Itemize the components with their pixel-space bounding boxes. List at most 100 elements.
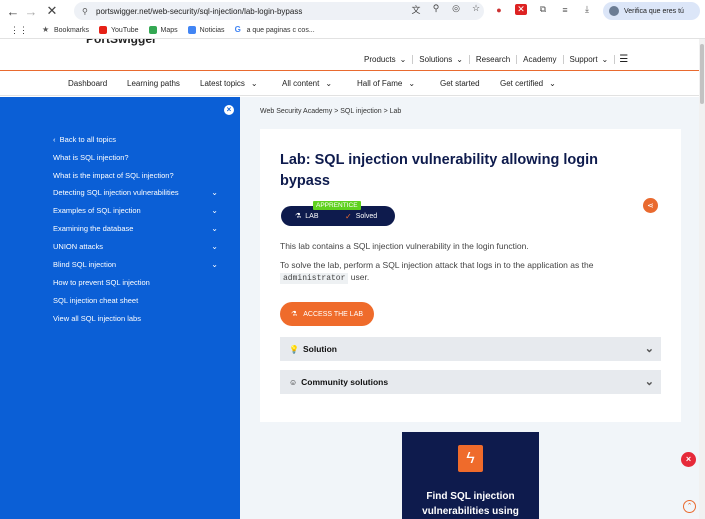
star-icon: ★ xyxy=(42,25,50,34)
sidebar-item-blind[interactable]: Blind SQL injection ⌄ xyxy=(53,260,218,269)
nav-academy[interactable]: Academy xyxy=(517,55,564,64)
bookmark-item[interactable]: Noticias xyxy=(187,26,225,34)
chevron-down-icon: ⌄ xyxy=(644,376,654,388)
stop-icon[interactable]: ✕ xyxy=(42,1,62,21)
site-header: PortSwigger Products ⌄ Solutions ⌄ Researc… xyxy=(0,39,705,71)
subnav-hall-of-fame[interactable]: Hall of Fame ⌄ xyxy=(357,79,415,88)
bookmark-item[interactable]: Ga que paginas c cos... xyxy=(235,26,315,34)
profile-button[interactable]: Verifica que eres tú xyxy=(603,2,700,20)
scrollbar[interactable] xyxy=(699,39,705,519)
community-solutions-accordion[interactable]: ☺ Community solutions ⌄ xyxy=(280,370,661,394)
chevron-down-icon: ⌄ xyxy=(549,79,556,88)
google-icon: G xyxy=(234,25,241,34)
nav-research[interactable]: Research xyxy=(470,55,518,64)
bookmarks-bar: ⋮⋮ ★ Bookmarks YouTube Maps Noticias Ga q… xyxy=(0,22,705,39)
flask-icon: ⚗ xyxy=(290,311,298,318)
extensions-area: ● ✕ ⧉ ≡ ⤓ ▢ xyxy=(493,4,615,15)
lab-description: This lab contains a SQL injection vulner… xyxy=(280,241,529,251)
translate-icon[interactable]: 文 xyxy=(410,3,422,16)
extension-icon[interactable]: ● xyxy=(493,5,505,15)
chevron-down-icon: ⌄ xyxy=(408,79,416,88)
chevron-down-icon: ⌄ xyxy=(399,55,407,64)
chevron-left-icon: ‹ xyxy=(53,135,56,144)
top-nav: Products ⌄ Solutions ⌄ Research Academy Su… xyxy=(358,54,628,65)
lightbulb-icon: 💡 xyxy=(289,344,299,354)
site-logo[interactable]: PortSwigger xyxy=(86,39,186,47)
sidebar-item-examples[interactable]: Examples of SQL injection ⌄ xyxy=(53,206,218,215)
tab-search-icon[interactable]: ≡ xyxy=(559,5,571,15)
chevron-down-icon: ⌄ xyxy=(250,79,258,88)
subnav-learning-paths[interactable]: Learning paths xyxy=(127,79,180,88)
chevron-down-icon: ⌄ xyxy=(325,79,333,88)
nav-products[interactable]: Products ⌄ xyxy=(358,55,414,64)
sidebar-item-union[interactable]: UNION attacks ⌄ xyxy=(53,242,218,251)
scroll-to-top-icon[interactable]: ⌃ xyxy=(683,500,696,513)
bolt-icon: ϟ xyxy=(458,445,483,472)
flask-icon: ⚗ xyxy=(295,213,302,220)
site-info-icon[interactable]: ⚲ xyxy=(82,7,90,16)
bookmark-item[interactable]: Maps xyxy=(148,26,178,34)
lab-objective: To solve the lab, perform a SQL injectio… xyxy=(280,260,594,284)
chevron-down-icon: ⌄ xyxy=(211,224,218,233)
chevron-down-icon: ⌄ xyxy=(211,206,218,215)
subnav-all-content[interactable]: All content ⌄ xyxy=(282,79,332,88)
academy-nav: Dashboard Learning paths Latest topics ⌄ … xyxy=(0,72,705,96)
subnav-dashboard[interactable]: Dashboard xyxy=(68,79,107,88)
nav-support[interactable]: Support ⌄ xyxy=(564,55,616,64)
chevron-down-icon: ⌄ xyxy=(211,260,218,269)
avatar xyxy=(609,6,619,16)
page-title: Lab: SQL injection vulnerability allowin… xyxy=(280,152,598,189)
nav-solutions[interactable]: Solutions ⌄ xyxy=(413,55,470,64)
zoom-icon[interactable]: ⚲ xyxy=(430,3,442,16)
sidebar-item-detecting[interactable]: Detecting SQL injection vulnerabilities ⌄ xyxy=(53,188,218,197)
breadcrumb-sql-injection[interactable]: SQL injection xyxy=(340,108,381,115)
bookmark-item[interactable]: ★ Bookmarks xyxy=(42,26,89,34)
apps-grid-icon[interactable]: ⋮⋮ xyxy=(10,25,28,36)
eye-off-icon[interactable]: ◎ xyxy=(450,3,462,16)
address-bar-actions: 文 ⚲ ◎ ☆ xyxy=(410,3,482,16)
youtube-icon xyxy=(99,26,108,34)
sidebar-item-cheat-sheet[interactable]: SQL injection cheat sheet xyxy=(53,296,218,305)
sidebar-item-what-is[interactable]: What is SQL injection? xyxy=(53,153,218,162)
access-lab-button[interactable]: ⚗ ACCESS THE LAB xyxy=(280,302,374,326)
extensions-puzzle-icon[interactable]: ⧉ xyxy=(537,4,549,15)
close-sidebar-icon[interactable]: × xyxy=(224,105,234,115)
sidebar-item-examining[interactable]: Examining the database ⌄ xyxy=(53,224,218,233)
bookmark-star-icon[interactable]: ☆ xyxy=(470,3,482,16)
news-icon xyxy=(187,26,196,34)
forward-icon[interactable]: → xyxy=(21,1,41,21)
lab-label: ⚗ LAB xyxy=(295,212,319,221)
sidebar-item-prevent[interactable]: How to prevent SQL injection xyxy=(53,278,218,287)
bookmark-item[interactable]: YouTube xyxy=(99,26,139,34)
chevron-down-icon: ⌄ xyxy=(456,55,463,64)
profile-label: Verifica que eres tú xyxy=(624,7,684,15)
sidebar-item-impact[interactable]: What is the impact of SQL injection? xyxy=(53,171,218,180)
sidebar-item-all-labs[interactable]: View all SQL injection labs xyxy=(53,314,218,323)
username-code: administrator xyxy=(280,273,349,284)
level-badge: APPRENTICE xyxy=(313,201,361,210)
extension-red-x-icon[interactable]: ✕ xyxy=(515,4,527,15)
menu-icon[interactable]: ☰ xyxy=(619,54,628,65)
maps-icon xyxy=(148,26,157,34)
sidebar-item-back[interactable]: ‹ Back to all topics xyxy=(53,135,218,144)
breadcrumb: Web Security Academy > SQL injection > L… xyxy=(260,108,402,115)
subnav-get-certified[interactable]: Get certified ⌄ xyxy=(500,79,556,88)
download-icon[interactable]: ⤓ xyxy=(581,4,593,15)
chevron-down-icon: ⌄ xyxy=(644,343,654,355)
subnav-get-started[interactable]: Get started xyxy=(440,79,480,88)
back-icon[interactable]: ← xyxy=(3,1,23,21)
breadcrumb-academy[interactable]: Web Security Academy xyxy=(260,108,332,115)
solution-accordion[interactable]: 💡 Solution ⌄ xyxy=(280,337,661,361)
scrollbar-thumb[interactable] xyxy=(700,44,704,104)
promo-text: Find SQL injection vulnerabilities using xyxy=(422,491,519,517)
close-icon[interactable]: × xyxy=(681,452,696,467)
subnav-latest-topics[interactable]: Latest topics ⌄ xyxy=(200,79,258,88)
share-icon[interactable]: ⋖ xyxy=(643,198,658,213)
breadcrumb-lab[interactable]: Lab xyxy=(390,108,402,115)
chevron-down-icon: ⌄ xyxy=(211,242,218,251)
community-icon: ☺ xyxy=(289,377,298,387)
chevron-down-icon: ⌄ xyxy=(601,55,609,64)
url-text: portswigger.net/web-security/sql-injecti… xyxy=(96,6,303,16)
promo-banner[interactable]: ϟ Find SQL injection vulnerabilities usi… xyxy=(402,432,539,519)
solved-status: ✓ Solved xyxy=(345,211,378,221)
